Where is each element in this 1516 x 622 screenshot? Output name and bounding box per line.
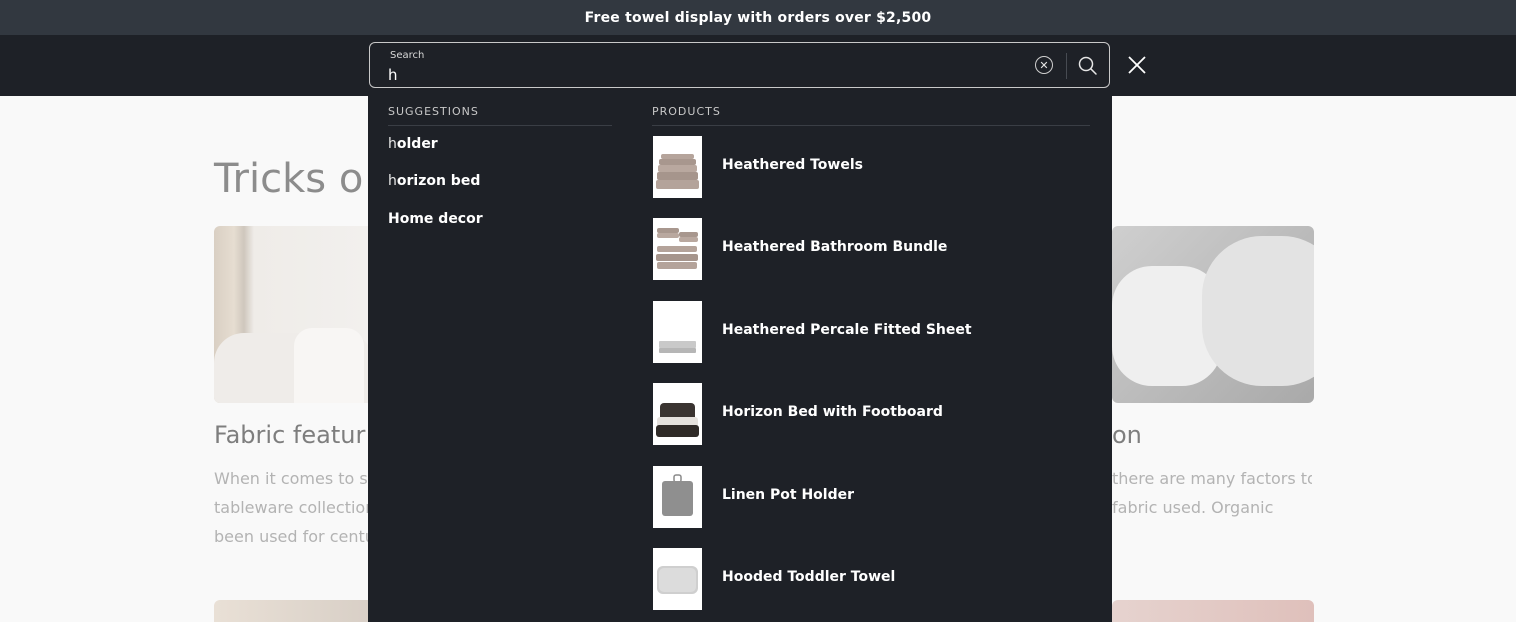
article-heading-right[interactable]: on bbox=[1112, 421, 1142, 449]
suggestion-item[interactable]: holder bbox=[388, 136, 438, 152]
product-thumbnail bbox=[653, 136, 702, 198]
suggestion-completion: older bbox=[396, 136, 438, 152]
toddler-towel-icon bbox=[657, 566, 698, 594]
suggestion-typed: h bbox=[388, 136, 397, 152]
suggestion-completion: orizon bed bbox=[396, 173, 481, 189]
clear-search-button[interactable]: ✕ bbox=[1035, 56, 1053, 74]
bed-icon bbox=[656, 403, 699, 437]
product-name: Heathered Towels bbox=[722, 157, 863, 173]
search-dropdown: SUGGESTIONS PRODUCTS holder horizon bed … bbox=[368, 96, 1112, 622]
close-icon bbox=[1128, 56, 1146, 74]
close-search-button[interactable] bbox=[1126, 54, 1148, 76]
article-heading-fabric[interactable]: Fabric featur bbox=[214, 421, 365, 449]
product-result[interactable]: Heathered Towels bbox=[653, 136, 1083, 198]
product-name: Linen Pot Holder bbox=[722, 487, 855, 503]
bathroom-bundle-icon bbox=[656, 228, 698, 269]
suggestion-completion: Home decor bbox=[388, 211, 483, 227]
suggestion-typed: h bbox=[388, 173, 397, 189]
search-icon bbox=[1078, 56, 1097, 75]
search-divider bbox=[1066, 53, 1067, 79]
product-result[interactable]: Linen Pot Holder bbox=[653, 466, 1083, 528]
product-result[interactable]: Horizon Bed with Footboard bbox=[653, 383, 1083, 445]
article-excerpt-fabric: When it comes to se tableware collection… bbox=[214, 464, 374, 551]
products-heading: PRODUCTS bbox=[652, 105, 721, 118]
excerpt-line: been used for centur bbox=[214, 527, 374, 546]
suggestion-item[interactable]: horizon bed bbox=[388, 173, 480, 189]
product-name: Heathered Percale Fitted Sheet bbox=[722, 322, 972, 338]
product-thumbnail bbox=[653, 383, 702, 445]
product-result[interactable]: Heathered Percale Fitted Sheet bbox=[653, 301, 1083, 363]
announcement-text: Free towel display with orders over $2,5… bbox=[584, 9, 932, 26]
page-title: Tricks o bbox=[214, 156, 364, 202]
excerpt-line: there are many factors to bbox=[1112, 469, 1312, 488]
search-label: Search bbox=[390, 50, 425, 61]
search-box[interactable]: Search ✕ bbox=[369, 42, 1110, 88]
search-input[interactable] bbox=[388, 65, 1008, 85]
article-image-bottom-right[interactable] bbox=[1112, 600, 1314, 622]
product-name: Hooded Toddler Towel bbox=[722, 569, 896, 585]
product-name: Horizon Bed with Footboard bbox=[722, 404, 943, 420]
close-circle-icon: ✕ bbox=[1039, 58, 1049, 72]
excerpt-line: fabric used. Organic bbox=[1112, 498, 1274, 517]
article-image-pillows[interactable] bbox=[1112, 226, 1314, 403]
towel-stack-icon bbox=[656, 154, 699, 189]
article-excerpt-right: there are many factors to fabric used. O… bbox=[1112, 464, 1312, 522]
article-image-fabric[interactable] bbox=[214, 226, 374, 403]
pot-holder-icon bbox=[662, 474, 693, 516]
product-thumbnail bbox=[653, 548, 702, 610]
divider bbox=[652, 125, 1090, 126]
suggestions-heading: SUGGESTIONS bbox=[388, 105, 479, 118]
product-result[interactable]: Hooded Toddler Towel bbox=[653, 548, 1083, 610]
fitted-sheet-icon bbox=[659, 341, 696, 353]
product-name: Heathered Bathroom Bundle bbox=[722, 239, 948, 255]
search-button[interactable] bbox=[1077, 55, 1099, 77]
excerpt-line: tableware collections bbox=[214, 498, 374, 517]
announcement-bar: Free towel display with orders over $2,5… bbox=[0, 0, 1516, 35]
product-result[interactable]: Heathered Bathroom Bundle bbox=[653, 218, 1083, 280]
article-image-bottom-left[interactable] bbox=[214, 600, 374, 622]
divider bbox=[388, 125, 612, 126]
excerpt-line: When it comes to se bbox=[214, 469, 374, 488]
product-thumbnail bbox=[653, 466, 702, 528]
product-thumbnail bbox=[653, 218, 702, 280]
suggestion-item[interactable]: Home decor bbox=[388, 211, 483, 227]
product-thumbnail bbox=[653, 301, 702, 363]
